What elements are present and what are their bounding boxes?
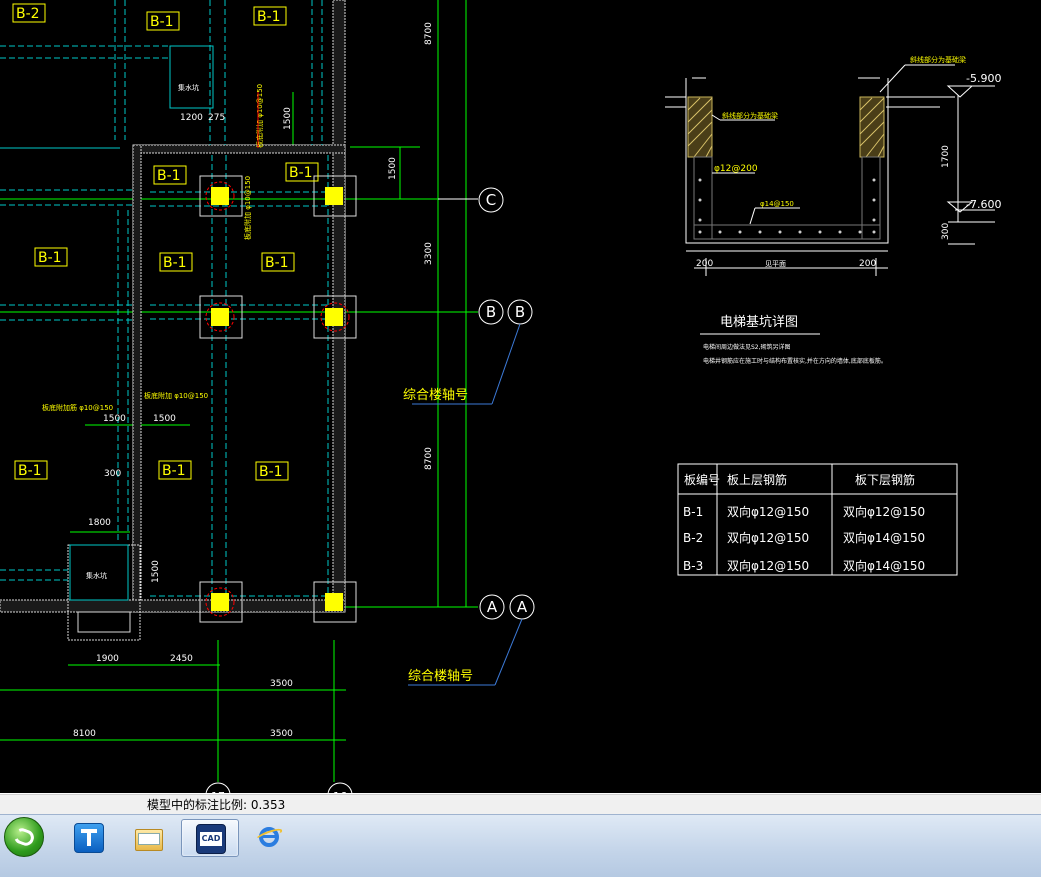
- axis-note-lower: 综合楼轴号: [408, 669, 473, 684]
- dim-1500-mid: 1500: [153, 414, 176, 424]
- dim-8700-mid: 8700: [424, 447, 434, 470]
- pit-note-1: 电梯间周边做法见S2,砌筑另详图: [703, 343, 791, 351]
- dim-1900: 1900: [96, 654, 119, 664]
- pit-elev-top: -5.900: [966, 72, 1001, 85]
- table-cell: 双向φ12@150: [727, 504, 809, 519]
- column-b-16: [199, 295, 243, 339]
- slab-label: B-1: [259, 464, 283, 480]
- table-cell: B-2: [683, 531, 703, 545]
- pit-dim-200-left: 200: [696, 259, 713, 269]
- pit-label-top: 集水坑: [178, 83, 199, 92]
- slab-label: B-1: [162, 463, 186, 479]
- table-cell: 双向φ12@150: [727, 558, 809, 573]
- folder-icon: [134, 823, 163, 851]
- table-cell: B-3: [683, 559, 703, 573]
- dim-275: 275: [208, 113, 225, 123]
- axis-bubble-a: A: [517, 598, 528, 616]
- dim-1500-left: 1500: [103, 414, 126, 424]
- rebar-note-vertical-mid: 板底附加 φ10@150: [243, 176, 252, 240]
- pit-dim-1700: 1700: [941, 145, 951, 168]
- table-header-bottom-rebar: 板下层钢筋: [855, 472, 915, 487]
- tencent-t-icon: [74, 823, 104, 853]
- slab-label: B-1: [157, 168, 181, 184]
- taskbar-button-tencent[interactable]: [60, 819, 116, 855]
- pit-dim-200-right: 200: [859, 259, 876, 269]
- pit-detail-title: 电梯基坑详图: [720, 315, 798, 330]
- annotation-scale-text: 模型中的标注比例: 0.353: [147, 798, 286, 812]
- dim-3500-upper: 3500: [270, 679, 293, 689]
- dim-1500-right: 1500: [388, 157, 398, 180]
- taskbar-button-explorer[interactable]: [120, 819, 176, 855]
- table-header-slab-no: 板编号: [684, 472, 720, 487]
- table-header-top-rebar: 板上层钢筋: [727, 472, 787, 487]
- slab-label: B-1: [289, 165, 313, 181]
- dim-3500-lower: 3500: [270, 729, 293, 739]
- slab-label: B-1: [163, 255, 187, 271]
- dim-1500-top: 1500: [283, 107, 293, 130]
- axis-note-upper: 综合楼轴号: [403, 388, 468, 403]
- axis-bubble-c: C: [486, 191, 496, 209]
- slab-label: B-1: [265, 255, 289, 271]
- pit-leader-right: 斜线部分为基础梁: [910, 55, 966, 64]
- slab-label: B-1: [257, 9, 281, 25]
- taskbar-button-ie[interactable]: [241, 819, 297, 855]
- pit-dim-mid: 见平面: [765, 260, 786, 268]
- pit-wall-rebar: φ12@200: [714, 164, 758, 174]
- elevator-pit-detail: 斜线部分为基础梁 斜线部分为基础梁 φ12@200 φ14@150 -5.900…: [665, 55, 1001, 365]
- taskbar-button-cad[interactable]: CAD: [181, 819, 239, 857]
- dim-1800: 1800: [88, 518, 111, 528]
- pit-leader-left: 斜线部分为基础梁: [722, 111, 778, 120]
- axis-bubble-a: A: [487, 598, 498, 616]
- rebar-note-left: 板底附加筋 φ10@150: [42, 403, 113, 412]
- pit-elev-bottom: -7.600: [966, 198, 1001, 211]
- windows-taskbar: CAD: [0, 814, 1041, 877]
- axis-bubble-b: B: [486, 303, 496, 321]
- slab-label: B-1: [150, 14, 174, 30]
- table-cell: 双向φ14@150: [843, 558, 925, 573]
- pit-label-bottom: 集水坑: [86, 571, 107, 580]
- table-cell: 双向φ12@150: [727, 530, 809, 545]
- slab-label: B-1: [38, 250, 62, 266]
- dim-3300: 3300: [424, 242, 434, 265]
- table-cell: B-1: [683, 505, 703, 519]
- table-cell: 双向φ14@150: [843, 530, 925, 545]
- dim-1200: 1200: [180, 113, 203, 123]
- pit-slab-rebar: φ14@150: [760, 200, 794, 208]
- cad-drawing-canvas[interactable]: B-2 B-1 B-1 B-1 B-1 B-1 B-1 B-1 B-1 B-1 …: [0, 0, 1041, 793]
- pit-dim-300: 300: [941, 223, 951, 240]
- column-c-16: [199, 175, 243, 217]
- rebar-note-mid: 板底附加 φ10@150: [144, 391, 208, 400]
- dim-300: 300: [104, 469, 121, 479]
- dim-2450: 2450: [170, 654, 193, 664]
- ie-icon: [254, 823, 284, 851]
- cad-icon: CAD: [196, 824, 226, 854]
- dim-8100: 8100: [73, 729, 96, 739]
- axis-bubble-b: B: [515, 303, 525, 321]
- dim-8700-top: 8700: [424, 22, 434, 45]
- rebar-note-vertical-top: 板底附加 φ10@150: [255, 84, 264, 148]
- table-cell: 双向φ12@150: [843, 504, 925, 519]
- slab-label: B-1: [18, 463, 42, 479]
- slab-label: B-2: [16, 6, 40, 22]
- rebar-table: 板编号 板上层钢筋 板下层钢筋 B-1 双向φ12@150 双向φ12@150 …: [677, 463, 958, 576]
- pit-note-2: 电梯井钢筋应在施工时与结构布置核实,并在方向的墙体,底部底板筋。: [703, 357, 887, 365]
- status-bar: 模型中的标注比例: 0.353: [0, 793, 1041, 815]
- start-orb-icon[interactable]: [4, 817, 44, 857]
- dim-1500-pit: 1500: [151, 560, 161, 583]
